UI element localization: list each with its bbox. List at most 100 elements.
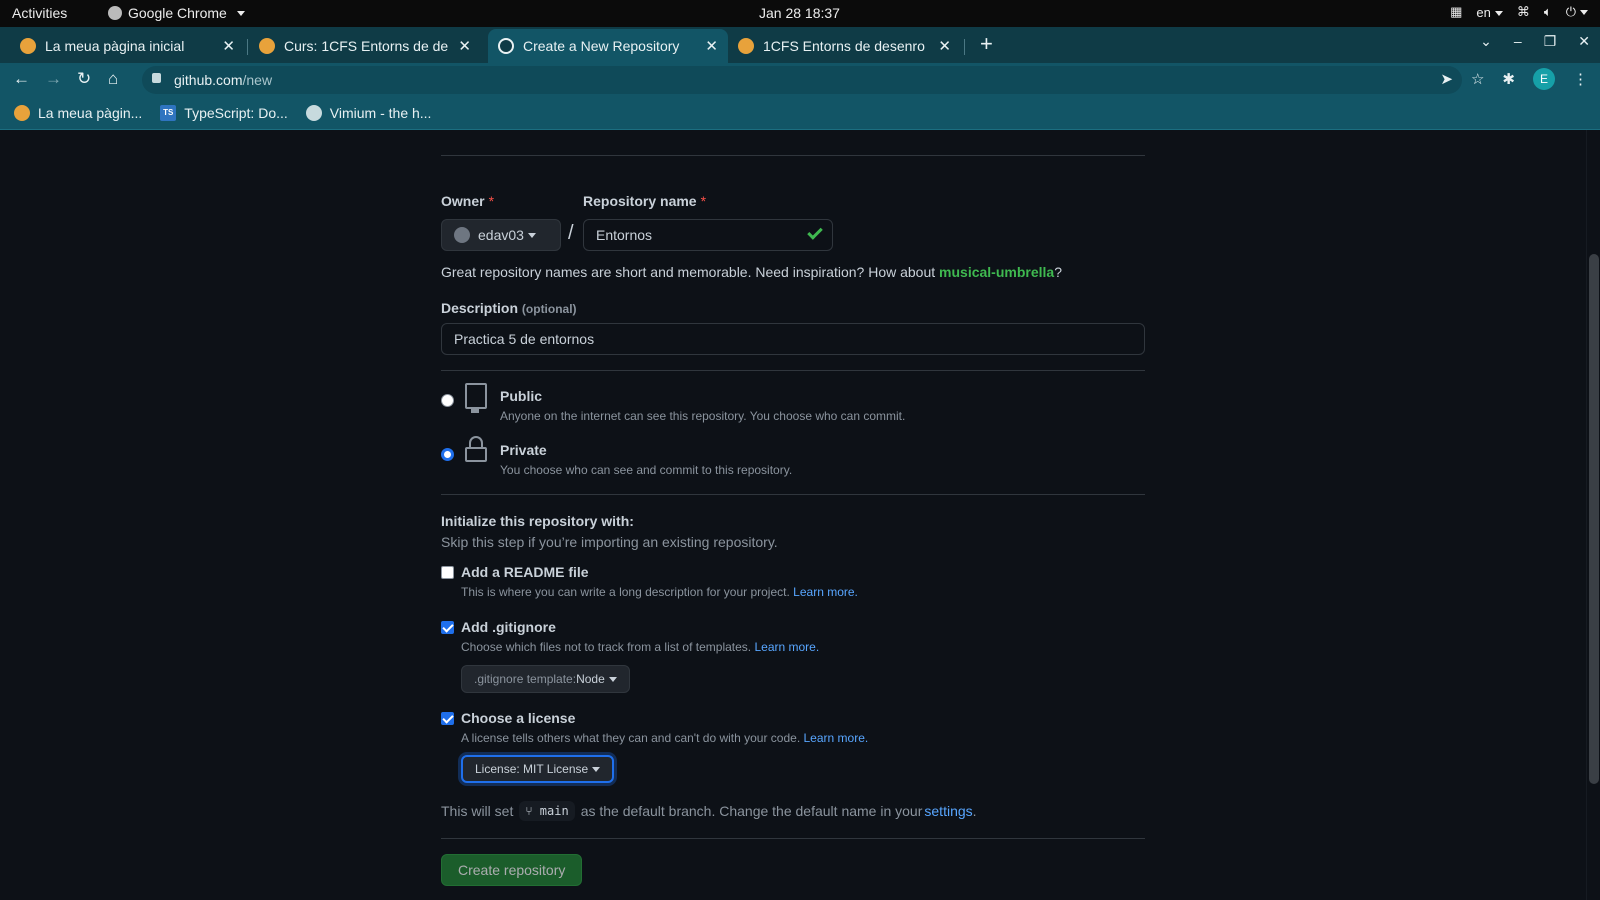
readme-label: Add a README file bbox=[461, 564, 589, 580]
minimize-icon[interactable]: – bbox=[1514, 33, 1522, 50]
browser-toolbar: ← → ↻ ⌂ github.com/new ➤ ☆ ✱ E ⋮ bbox=[0, 63, 1600, 97]
name-suggestion[interactable]: musical-umbrella bbox=[939, 264, 1054, 280]
init-subtitle: Skip this step if you’re importing an ex… bbox=[441, 534, 778, 550]
app-menu[interactable]: Google Chrome bbox=[108, 5, 245, 21]
gitignore-checkbox[interactable] bbox=[441, 621, 454, 634]
extensions-icon[interactable]: ✱ bbox=[1502, 70, 1515, 88]
repo-name-input[interactable]: Entornos bbox=[583, 219, 833, 251]
select-value: Node bbox=[576, 672, 605, 686]
tab-home[interactable]: La meua pàgina inicial ✕ bbox=[10, 29, 245, 63]
close-icon[interactable]: ✕ bbox=[705, 37, 718, 55]
required-mark: * bbox=[488, 193, 495, 209]
avatar bbox=[454, 227, 470, 243]
share-icon[interactable]: ➤ bbox=[1440, 70, 1453, 88]
network-icon[interactable]: ⌘ bbox=[1517, 4, 1530, 20]
address-bar[interactable]: github.com/new bbox=[142, 66, 1462, 94]
close-icon[interactable]: ✕ bbox=[222, 37, 235, 55]
required-mark: * bbox=[700, 193, 707, 209]
owner-value: edav03 bbox=[478, 227, 524, 243]
branch-name: ⑂ main bbox=[519, 801, 575, 821]
divider bbox=[441, 494, 1145, 495]
page-content: Owner * Repository name * edav03 / Entorno… bbox=[0, 130, 1586, 900]
divider bbox=[441, 155, 1145, 156]
system-tray: ▦ en ⌘ 🔈︎ ⏻ bbox=[1450, 4, 1588, 20]
language-indicator[interactable]: en bbox=[1476, 4, 1503, 20]
visibility-title-public: Public bbox=[500, 388, 543, 404]
gitignore-desc: Choose which files not to track from a l… bbox=[461, 640, 819, 654]
restore-icon[interactable]: ❐ bbox=[1544, 33, 1557, 50]
gitignore-desc-text: Choose which files not to track from a l… bbox=[461, 640, 752, 654]
learn-more-link[interactable]: Learn more. bbox=[804, 731, 869, 745]
new-tab-button[interactable]: + bbox=[980, 31, 993, 57]
license-desc: A license tells others what they can and… bbox=[461, 731, 868, 745]
settings-link[interactable]: settings bbox=[924, 803, 972, 819]
gitignore-template-select[interactable]: .gitignore template: Node bbox=[461, 665, 630, 693]
url-path: /new bbox=[242, 72, 273, 88]
readme-checkbox[interactable] bbox=[441, 566, 454, 579]
bookmark-item[interactable]: Vimium - the h... bbox=[305, 105, 432, 121]
bookmark-label: Vimium - the h... bbox=[329, 105, 432, 121]
radio-public[interactable] bbox=[441, 394, 454, 407]
readme-desc: This is where you can write a long descr… bbox=[461, 585, 858, 599]
bookmark-item[interactable]: La meua pàgin... bbox=[14, 105, 142, 121]
license-select[interactable]: License: MIT License bbox=[461, 755, 615, 783]
bookmark-star-icon[interactable]: ☆ bbox=[1471, 70, 1484, 88]
license-label: Choose a license bbox=[461, 710, 576, 726]
url-host: github.com bbox=[174, 72, 243, 88]
chevron-down-icon bbox=[527, 232, 536, 238]
create-repository-button[interactable]: Create repository bbox=[441, 854, 583, 886]
learn-more-link[interactable]: Learn more. bbox=[754, 640, 819, 654]
divider bbox=[441, 370, 1145, 371]
owner-slash: / bbox=[568, 222, 574, 244]
close-icon[interactable]: ✕ bbox=[458, 37, 471, 55]
activities-button[interactable]: Activities bbox=[12, 5, 67, 21]
name-hint: Great repository names are short and mem… bbox=[441, 264, 1062, 280]
bookmark-label: La meua pàgin... bbox=[38, 105, 143, 121]
workspace-icon[interactable]: ▦ bbox=[1450, 4, 1462, 20]
clock[interactable]: Jan 28 18:37 bbox=[759, 5, 840, 21]
divider bbox=[441, 838, 1145, 839]
moodle-icon bbox=[14, 105, 30, 121]
home-icon[interactable]: ⌂ bbox=[108, 69, 118, 89]
back-arrow-icon[interactable]: ← bbox=[13, 69, 30, 89]
check-icon bbox=[807, 224, 823, 240]
license-checkbox[interactable] bbox=[441, 712, 454, 725]
lock-icon bbox=[465, 436, 487, 462]
description-value: Practica 5 de entornos bbox=[454, 331, 595, 347]
reload-icon[interactable]: ↻ bbox=[77, 69, 91, 89]
tab-create-repository[interactable]: Create a New Repository ✕ bbox=[488, 29, 728, 63]
url-text[interactable]: github.com/new bbox=[174, 72, 272, 88]
language-label: en bbox=[1476, 4, 1491, 20]
lock-icon[interactable] bbox=[152, 73, 161, 83]
name-hint-text: Great repository names are short and mem… bbox=[441, 264, 940, 280]
vimium-icon bbox=[305, 105, 322, 121]
close-icon[interactable]: ✕ bbox=[938, 37, 951, 55]
tab-strip: La meua pàgina inicial ✕ Curs: 1CFS Ento… bbox=[0, 27, 1600, 63]
power-icon[interactable]: ⏻ bbox=[1566, 4, 1588, 20]
bookmark-item[interactable]: TS TypeScript: Do... bbox=[160, 105, 288, 121]
kebab-menu-icon[interactable]: ⋮ bbox=[1573, 70, 1588, 88]
description-input[interactable]: Practica 5 de entornos bbox=[441, 323, 1145, 355]
chrome-icon bbox=[108, 6, 122, 20]
tab-search-icon[interactable]: ⌄ bbox=[1480, 33, 1492, 50]
close-window-icon[interactable]: ✕ bbox=[1578, 33, 1590, 50]
visibility-desc-private: You choose who can see and commit to thi… bbox=[500, 463, 793, 477]
bookmarks-bar: La meua pàgin... TS TypeScript: Do... Vim… bbox=[0, 97, 1600, 130]
license-desc-text: A license tells others what they can and… bbox=[461, 731, 801, 745]
owner-select[interactable]: edav03 bbox=[441, 219, 561, 251]
description-label-text: Description bbox=[441, 300, 519, 316]
tab-entorns[interactable]: 1CFS Entorns de desenro ✕ bbox=[728, 29, 961, 63]
page-scrollbar[interactable] bbox=[1586, 130, 1600, 900]
forward-arrow-icon[interactable]: → bbox=[45, 69, 62, 89]
tab-separator bbox=[247, 39, 248, 55]
branch-suffix: as the default branch. Change the defaul… bbox=[580, 803, 923, 819]
tab-title: La meua pàgina inicial bbox=[45, 38, 185, 54]
radio-private[interactable] bbox=[441, 448, 454, 461]
tab-curs[interactable]: Curs: 1CFS Entorns de des ✕ bbox=[249, 29, 481, 63]
scrollbar-thumb[interactable] bbox=[1589, 254, 1599, 784]
chevron-down-icon bbox=[236, 10, 245, 16]
learn-more-link[interactable]: Learn more. bbox=[793, 585, 858, 599]
profile-avatar[interactable]: E bbox=[1533, 68, 1555, 90]
volume-icon[interactable]: 🔈︎ bbox=[1544, 4, 1552, 20]
moodle-icon bbox=[738, 38, 754, 54]
